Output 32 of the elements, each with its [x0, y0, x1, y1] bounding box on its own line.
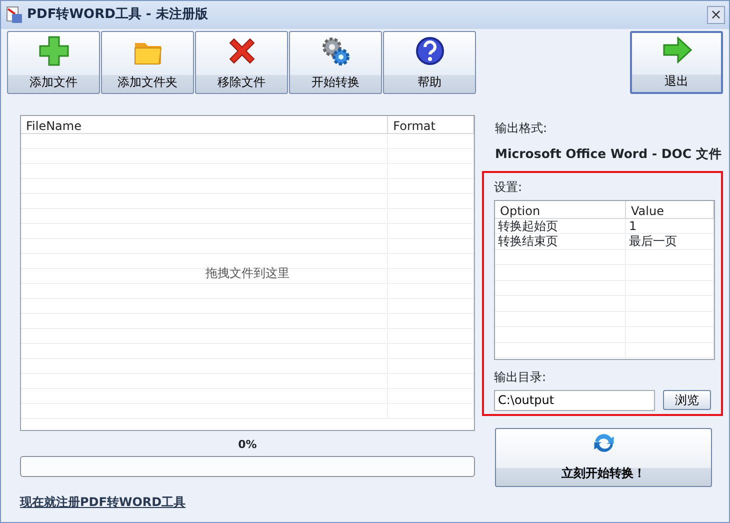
exit-button[interactable]: 退出	[630, 31, 723, 94]
gears-icon	[320, 35, 352, 67]
table-cell: 最后一页	[626, 234, 714, 249]
output-format-value: Microsoft Office Word - DOC 文件	[495, 145, 723, 163]
toolbar-button[interactable]: 开始转换	[289, 31, 382, 94]
app-icon	[5, 6, 23, 24]
table-cell: 1	[626, 218, 714, 234]
help-icon	[414, 35, 446, 67]
column-header: Value	[626, 200, 714, 218]
toolbar-button[interactable]: 添加文件夹	[101, 31, 194, 94]
output-dir-label: 输出目录:	[494, 368, 548, 386]
toolbar-button[interactable]: 帮助	[383, 31, 476, 94]
window-title: PDF转WORD工具 - 未注册版	[27, 6, 208, 24]
arrow-icon	[660, 34, 692, 66]
file-table[interactable]: FileName Format 拖拽文件到这里	[20, 115, 475, 431]
column-header: Format	[388, 116, 474, 133]
toolbar-button[interactable]: 添加文件	[7, 31, 100, 94]
table-cell: 转换结束页	[495, 234, 626, 249]
register-link[interactable]: 现在就注册PDF转WORD工具	[20, 492, 186, 510]
settings-label: 设置:	[494, 178, 524, 196]
toolbar-button[interactable]: 移除文件	[195, 31, 288, 94]
progress-reading: 0%	[237, 437, 258, 453]
drop-hint: 拖拽文件到这里	[206, 265, 290, 282]
column-header: FileName	[21, 116, 388, 133]
column-header: Option	[495, 200, 626, 218]
convert-button[interactable]: 立刻开始转换！	[495, 428, 712, 487]
close-button[interactable]: ×	[707, 6, 725, 24]
table-cell: 转换起始页	[495, 218, 626, 234]
plus-icon	[38, 35, 70, 67]
output-format-label: 输出格式:	[495, 120, 548, 137]
output-dir-field[interactable]: C:\output	[494, 390, 655, 411]
browse-button[interactable]: 浏览	[663, 390, 711, 410]
